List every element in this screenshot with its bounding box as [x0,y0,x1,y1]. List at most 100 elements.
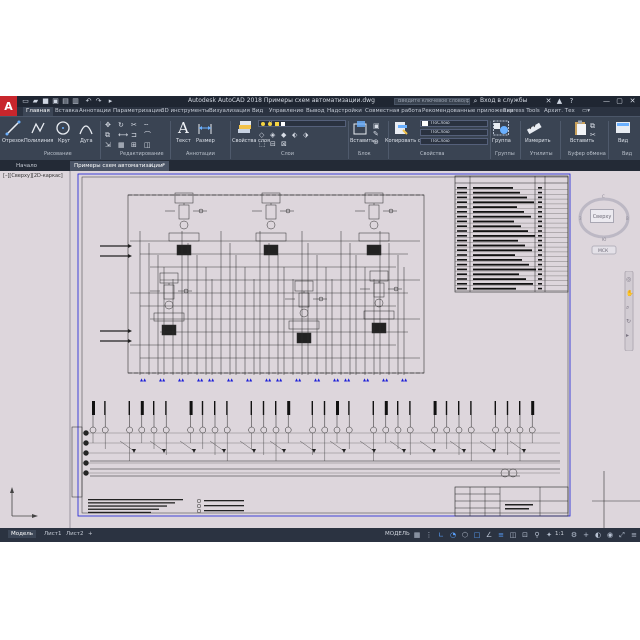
maximize-button[interactable]: ▢ [613,96,626,107]
tab-annotate[interactable]: Аннотации [79,108,111,114]
tab-3d-tools[interactable]: 3D инструменты [161,108,209,114]
save-as-icon[interactable]: ▣ [52,98,59,105]
group-clipboard-label[interactable]: Буфер обмена [568,151,606,157]
tab-start[interactable]: Начало [12,161,41,171]
dimension-tool-icon[interactable] [197,120,213,136]
layer-properties-icon[interactable] [236,120,252,136]
polar-icon[interactable]: ◔ [449,531,457,539]
annotation-scale-icon[interactable]: ⚲ [533,531,541,539]
otrack-icon[interactable]: ∠ [485,531,493,539]
tab-layout1[interactable]: Лист1 [44,531,61,537]
group-view-label[interactable]: Вид [622,151,632,157]
isodraft-icon[interactable]: ⬡ [461,531,469,539]
undo-icon[interactable]: ↶ [85,98,92,105]
workspace-icon[interactable]: + [582,531,590,539]
tab-layout2[interactable]: Лист2 [66,531,83,537]
group-groups-label[interactable]: Группы [495,151,515,157]
redo-icon[interactable]: ↷ [95,98,102,105]
viewcube-icon[interactable]: С В Ю З МСК [578,191,630,261]
search-input[interactable]: Введите ключевое слово/фразу [394,98,470,105]
group-layers-label[interactable]: Слои [281,151,294,157]
hardware-accel-icon[interactable]: ◐ [594,531,602,539]
group-block-label[interactable]: Блок [358,151,371,157]
new-file-icon[interactable]: ▭ [22,98,29,105]
lineweight-dropdown[interactable]: ПоСлою [420,129,488,136]
application-menu-button[interactable]: A [0,96,17,116]
save-icon[interactable]: ■ [42,98,49,105]
osnap-icon[interactable]: □ [473,531,481,539]
drawing-canvas[interactable]: ▲▲ ▲▲ ▲▲ ▲▲ ▲▲ ▲▲ ▲▲ ▲▲ ▲▲ ▲▲ ▲▲ ▲▲ ▲▲ ▲▲ ▲▲ ▲▲ [–][Све… [0,171,640,528]
minimize-button[interactable]: — [600,96,613,107]
group-properties-label[interactable]: Свойства [420,151,444,157]
account-icon[interactable]: ▲ [556,98,563,105]
viewport-controls[interactable]: [–][Сверху][2D-каркас] [3,173,63,179]
svg-text:╌: ╌ [144,121,149,129]
tab-arch-tech[interactable]: Архит. Тех [544,108,575,114]
lineweight-icon[interactable]: ≡ [497,531,505,539]
snap-icon[interactable]: ⋮ [425,531,433,539]
view-tool-icon[interactable] [615,120,631,136]
circle-tool-icon[interactable] [55,120,71,136]
print-icon[interactable]: ▤ [62,98,69,105]
plot-icon[interactable]: ▥ [72,98,79,105]
share-icon[interactable]: ▸ [107,98,114,105]
customize-icon[interactable]: ≡ [630,531,638,539]
tab-featured-apps[interactable]: Рекомендованные приложения [422,108,513,114]
tab-view[interactable]: Вид [252,108,263,114]
svg-text:▲▲: ▲▲ [314,377,321,382]
line-tool-icon[interactable] [5,120,21,136]
new-tab-icon[interactable]: + [156,161,169,171]
block-tools-icon[interactable]: ▣✎⊕ [372,121,386,145]
ortho-icon[interactable]: ∟ [437,531,445,539]
tab-home[interactable]: Главная [23,107,53,116]
paste-icon[interactable] [572,120,588,136]
clipboard-tools-icon[interactable]: ⧉✂ [590,121,600,141]
match-properties-icon[interactable] [393,120,409,136]
annotation-visibility-icon[interactable]: ✦ [545,531,553,539]
tab-output[interactable]: Вывод [306,108,325,114]
tab-addins[interactable]: Надстройки [327,108,362,114]
svg-text:⧉: ⧉ [590,122,595,130]
layer-tools-icon[interactable]: ◇ ◈ ◆ ⬖ ⬗ ⬚ ⊟ ⊠ [258,130,346,148]
arc-label: Дуга [80,138,93,144]
search-icon[interactable]: ⌕ [472,98,479,105]
arc-tool-icon[interactable] [78,120,94,136]
svg-text:⊐: ⊐ [131,131,137,139]
measure-tool-icon[interactable] [526,120,542,136]
grid-icon[interactable]: ▦ [413,531,421,539]
group-draw-label[interactable]: Рисование [44,151,72,157]
tab-model[interactable]: Модель [8,530,37,538]
insert-block-icon[interactable] [352,120,368,136]
group-tool-icon[interactable] [493,120,509,136]
gear-icon[interactable]: ⚙ [570,531,578,539]
tab-insert[interactable]: Вставка [55,108,78,114]
fullscreen-icon[interactable]: ⤢ [618,531,626,539]
close-button[interactable]: ✕ [626,96,639,107]
add-layout-button[interactable]: + [88,531,93,537]
tab-collaborate[interactable]: Совместная работа [365,108,421,114]
scale-dropdown[interactable]: 1:1 [555,531,564,537]
color-dropdown[interactable]: ПоСлою [420,120,488,127]
isolate-icon[interactable]: ◉ [606,531,614,539]
tab-express-tools[interactable]: Express Tools [503,108,540,114]
tab-render[interactable]: Визуализация [209,108,250,114]
linetype-dropdown[interactable]: ПоСлою [420,138,488,145]
help-icon[interactable]: ? [568,98,575,105]
group-utilities-label[interactable]: Утилиты [530,151,553,157]
text-tool-icon[interactable]: A [176,119,192,137]
navigation-bar[interactable]: ◎ ✋ ⌕ ↻ ▸ [624,271,634,351]
polyline-tool-icon[interactable] [30,120,46,136]
tab-parametric[interactable]: Параметризация [113,108,162,114]
selection-cycling-icon[interactable]: ⊡ [521,531,529,539]
tab-manage[interactable]: Управление [269,108,304,114]
transparency-icon[interactable]: ◫ [509,531,517,539]
ribbon-toggle-icon[interactable]: ▭▾ [582,108,590,114]
group-modify-label[interactable]: Редактирование [120,151,164,157]
group-annotation-label[interactable]: Аннотации [186,151,215,157]
viewcube-face-top[interactable]: Сверху [590,209,614,223]
model-space-toggle[interactable]: МОДЕЛЬ [385,531,410,537]
user-signin[interactable]: Вход в службы [480,97,527,104]
exchange-icon[interactable]: ✕ [545,98,552,105]
modify-tools-icon[interactable]: ✥ ↻ ✂ ╌ ⧉ ⟷ ⊐ ⌒ ⇲ ▦ ⊞ ◫ [104,120,164,148]
open-icon[interactable]: ▰ [32,98,39,105]
